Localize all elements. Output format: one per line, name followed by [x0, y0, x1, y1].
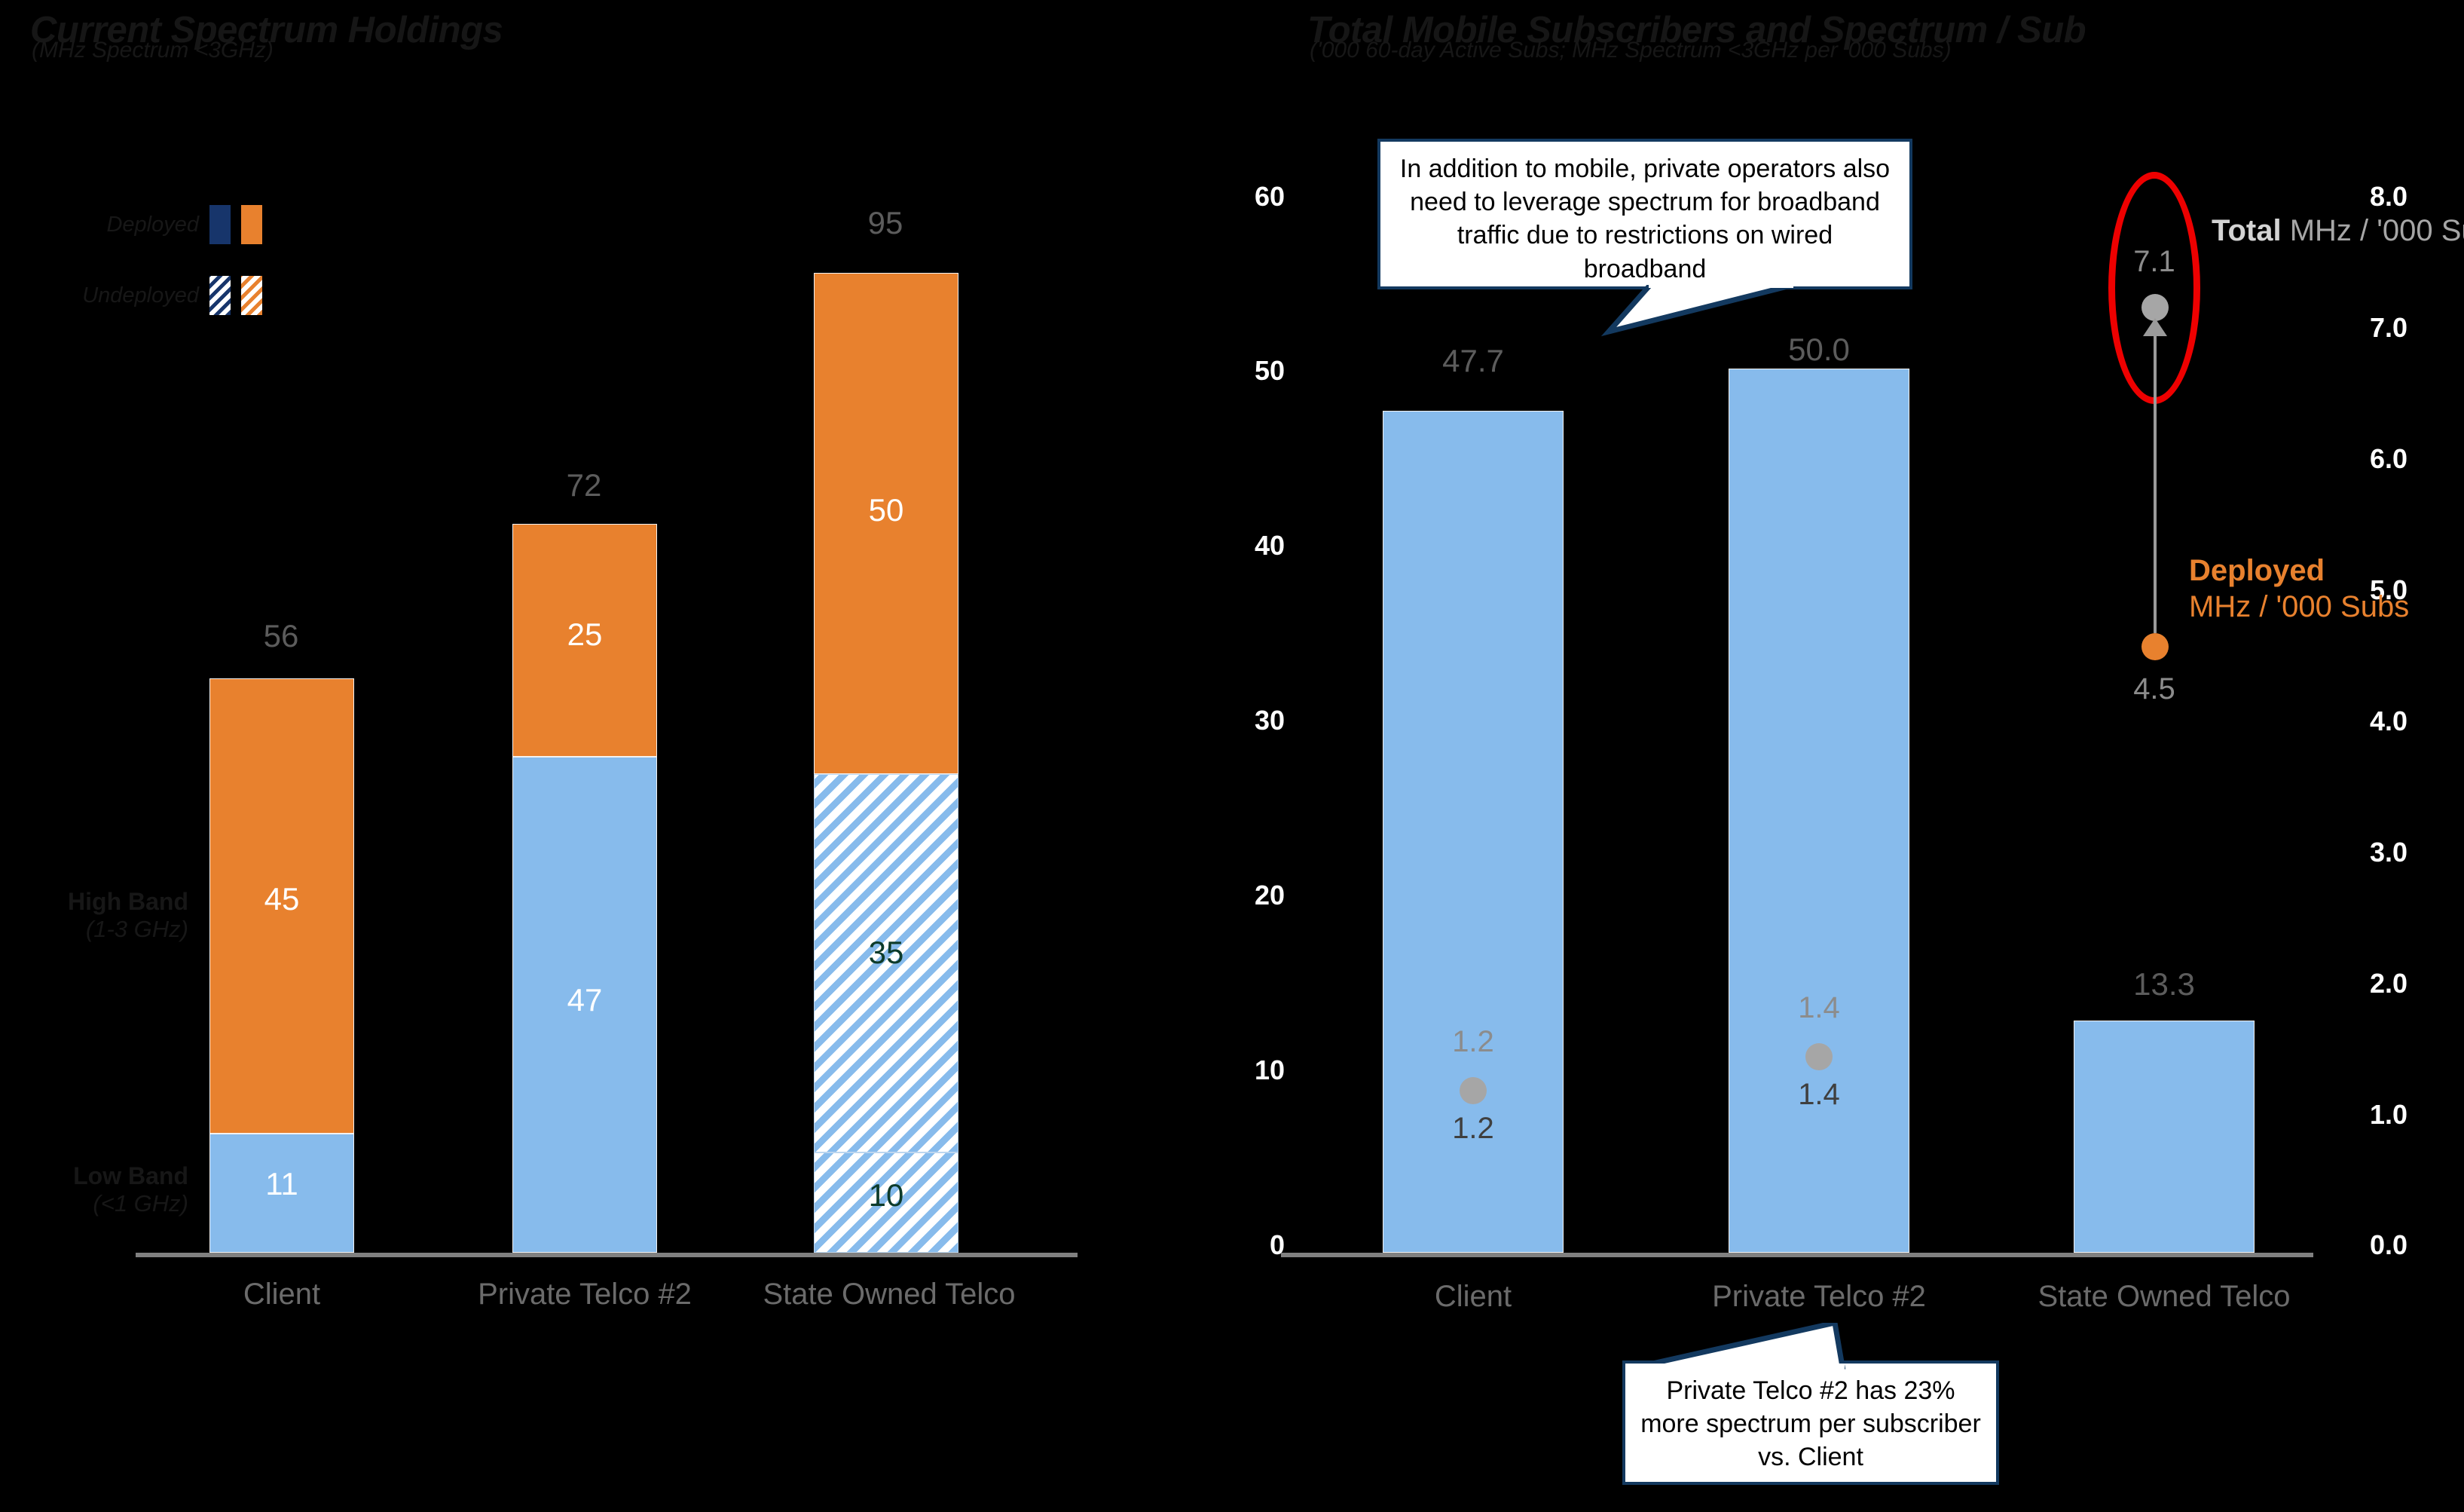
- callout-broadband-tail: [1600, 285, 1793, 337]
- annotation-deployed-value: 4.5: [2133, 672, 2175, 705]
- legend-undeployed-navy-swatch: [209, 276, 231, 315]
- left-bar-state-low-value: 10: [868, 1177, 904, 1213]
- right-chart-x-axis: [1281, 1253, 2313, 1257]
- band-low-range: (<1 GHz): [93, 1190, 188, 1217]
- annotation-total-value: 7.1: [2133, 245, 2175, 278]
- right-dot-deployed-value-client: 1.2: [1452, 1112, 1494, 1145]
- annotation-deployed-bold: Deployed: [2189, 554, 2325, 587]
- annotation-total-bold: Total: [2212, 214, 2282, 247]
- right-ytick-10: 10: [1254, 1054, 1285, 1085]
- left-cat-label-client: Client: [243, 1278, 321, 1311]
- left-bar-private-low[interactable]: 47: [512, 757, 657, 1253]
- left-bar-state-low[interactable]: 10: [814, 1152, 958, 1253]
- band-low-name: Low Band: [73, 1162, 188, 1189]
- right2-ytick-30: 3.0: [2369, 837, 2407, 868]
- right2-ytick-00: 0.0: [2369, 1229, 2407, 1260]
- slide-canvas: Current Spectrum Holdings (MHz Spectrum …: [0, 0, 2464, 1512]
- left-bar-private-high-value: 25: [567, 617, 603, 652]
- band-high-name: High Band: [68, 888, 188, 915]
- right-dot-total-value-client: 1.2: [1452, 1025, 1494, 1058]
- band-label-high: High Band (1-3 GHz): [0, 888, 188, 943]
- right2-ytick-40: 4.0: [2369, 705, 2407, 736]
- legend-deployed-label: Deployed: [106, 212, 199, 237]
- right-dot-deployed-value-private: 1.4: [1798, 1078, 1840, 1111]
- right-cat-label-private: Private Telco #2: [1712, 1280, 1926, 1313]
- right2-ytick-20: 2.0: [2369, 968, 2407, 999]
- right-dot-total-private[interactable]: [1805, 1043, 1833, 1070]
- annotation-arrow-head-icon: [2143, 318, 2167, 336]
- left-bar-state-mid-value: 35: [868, 935, 904, 970]
- left-bar-state-high[interactable]: 50: [814, 273, 958, 774]
- annotation-total-label: Total MHz / '000 Subs: [2212, 213, 2464, 249]
- legend-undeployed[interactable]: Undeployed: [15, 276, 262, 315]
- left-bar-state-mid[interactable]: 35: [814, 774, 958, 1152]
- right-bar-value-client: 47.7: [1442, 343, 1504, 378]
- legend-deployed-navy-swatch: [209, 205, 231, 244]
- callout-spectrum-per-sub-tail: [1637, 1323, 1846, 1373]
- left-chart-x-axis: [136, 1253, 1078, 1257]
- left-bar-client-high[interactable]: 45: [209, 678, 354, 1134]
- callout-spectrum-per-sub[interactable]: Private Telco #2 has 23% more spectrum p…: [1622, 1360, 1999, 1485]
- right-cat-label-client: Client: [1434, 1280, 1512, 1313]
- left-bar-client-low[interactable]: 11: [209, 1134, 354, 1253]
- right2-ytick-10: 1.0: [2369, 1099, 2407, 1130]
- left-cat-label-private: Private Telco #2: [478, 1278, 692, 1311]
- right-bar-private[interactable]: [1729, 369, 1909, 1253]
- legend-deployed[interactable]: Deployed: [15, 205, 262, 244]
- annotation-total-rest: MHz / '000 Subs: [2289, 214, 2464, 247]
- callout-broadband[interactable]: In addition to mobile, private operators…: [1377, 139, 1912, 289]
- left-cat-label-state: State Owned Telco: [763, 1278, 1016, 1311]
- right-ytick-0: 0: [1269, 1229, 1285, 1260]
- right-ytick-60: 60: [1254, 181, 1285, 212]
- right-ytick-20: 20: [1254, 880, 1285, 911]
- left-bar-state-high-value: 50: [868, 492, 904, 528]
- right-ytick-30: 30: [1254, 705, 1285, 736]
- annotation-deployed-rest: MHz / '000 Subs: [2189, 590, 2410, 623]
- annotation-deployed-dot[interactable]: [2141, 633, 2169, 660]
- left-bar-private-high[interactable]: 25: [512, 524, 657, 757]
- legend-undeployed-label: Undeployed: [82, 283, 199, 308]
- left-chart-subtitle: (MHz Spectrum <3GHz): [32, 38, 274, 63]
- annotation-deployed-label: Deployed MHz / '000 Subs: [2189, 552, 2409, 625]
- right-dot-total-client[interactable]: [1460, 1077, 1487, 1104]
- right-cat-label-state: State Owned Telco: [2038, 1280, 2291, 1313]
- legend-undeployed-orange-swatch: [241, 276, 262, 315]
- right2-ytick-60: 6.0: [2369, 443, 2407, 474]
- right-ytick-40: 40: [1254, 530, 1285, 561]
- right2-ytick-80: 8.0: [2369, 181, 2407, 212]
- left-bar-client-low-value: 11: [265, 1166, 298, 1201]
- legend-deployed-orange-swatch: [241, 205, 262, 244]
- annotation-arrow-shaft: [2154, 332, 2157, 633]
- left-bar-total-client: 56: [263, 618, 299, 653]
- left-bar-total-private: 72: [566, 467, 602, 503]
- right-ytick-50: 50: [1254, 355, 1285, 386]
- right-bar-value-state: 13.3: [2133, 966, 2195, 1002]
- band-high-range: (1-3 GHz): [85, 916, 188, 943]
- annotation-total-dot[interactable]: [2141, 294, 2169, 321]
- left-bar-private-low-value: 47: [567, 982, 603, 1018]
- left-bar-total-state: 95: [867, 205, 903, 240]
- band-label-low: Low Band (<1 GHz): [0, 1162, 188, 1217]
- right-bar-state[interactable]: [2074, 1021, 2255, 1253]
- right-chart-subtitle: ('000 60-day Active Subs; MHz Spectrum <…: [1310, 38, 1952, 63]
- right2-ytick-70: 7.0: [2369, 312, 2407, 343]
- left-bar-client-high-value: 45: [264, 881, 300, 917]
- right-dot-total-value-private: 1.4: [1798, 991, 1840, 1024]
